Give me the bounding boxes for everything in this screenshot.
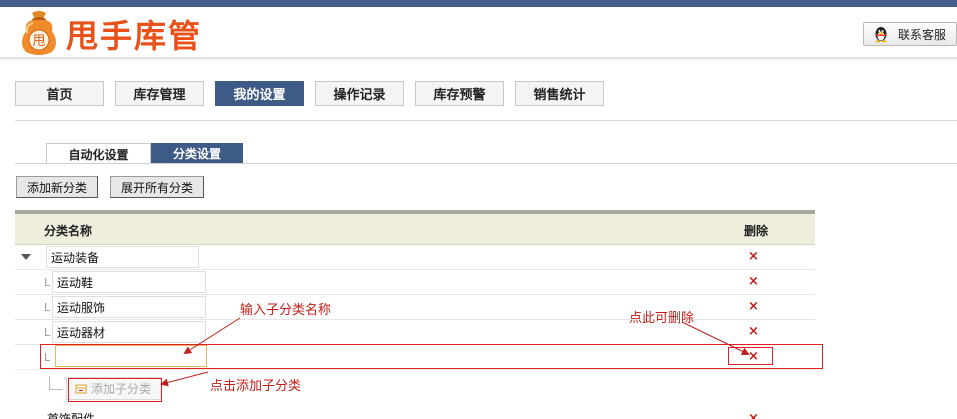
top-bar bbox=[0, 0, 957, 7]
svg-text:甩: 甩 bbox=[32, 34, 45, 49]
nav-my-settings[interactable]: 我的设置 bbox=[215, 81, 304, 106]
table-row: 运动装备 × bbox=[15, 245, 815, 270]
delete-icon[interactable]: × bbox=[748, 249, 759, 265]
annotation-add-hint: 点击添加子分类 bbox=[210, 379, 302, 394]
delete-icon[interactable]: × bbox=[748, 299, 759, 315]
nav-inventory[interactable]: 库存管理 bbox=[115, 81, 204, 106]
money-bag-logo-icon: 甩 bbox=[22, 11, 56, 55]
brand-name: 甩手库管 bbox=[66, 17, 203, 55]
nav-operation-log[interactable]: 操作记录 bbox=[315, 81, 404, 106]
nav-home[interactable]: 首页 bbox=[15, 81, 104, 106]
tree-branch-icon: L bbox=[44, 301, 51, 314]
highlight-new-row bbox=[40, 344, 823, 369]
tree-branch-icon: L bbox=[44, 276, 51, 289]
table-row: L 运动服饰 × bbox=[15, 295, 815, 320]
expand-all-button[interactable]: 展开所有分类 bbox=[110, 176, 204, 198]
category-name-partial[interactable]: 首饰配件 bbox=[47, 410, 95, 419]
qq-penguin-icon bbox=[875, 27, 887, 43]
add-category-button[interactable]: 添加新分类 bbox=[16, 176, 98, 198]
table-row: L 运动鞋 × bbox=[15, 270, 815, 295]
delete-icon[interactable]: × bbox=[748, 324, 759, 340]
subcategory-name-input[interactable]: 运动鞋 bbox=[52, 271, 206, 293]
annotation-input-hint: 输入子分类名称 bbox=[240, 303, 332, 318]
tab-automation-settings[interactable]: 自动化设置 bbox=[46, 143, 151, 164]
nav-stock-alert[interactable]: 库存预警 bbox=[415, 81, 504, 106]
collapse-toggle-icon[interactable] bbox=[21, 254, 31, 260]
category-name-input[interactable]: 运动装备 bbox=[46, 246, 199, 268]
highlight-delete bbox=[728, 347, 773, 365]
column-header-delete: 删除 bbox=[744, 224, 769, 238]
subcategory-name-input[interactable]: 运动服饰 bbox=[52, 296, 206, 318]
annotation-delete-hint: 点此可删除 bbox=[629, 311, 695, 326]
table-header: 分类名称 删除 bbox=[15, 214, 815, 245]
nav-divider bbox=[15, 120, 957, 121]
subtab-divider bbox=[15, 163, 957, 164]
tree-branch-icon: L bbox=[44, 326, 51, 339]
table-row: L 运动器材 × bbox=[15, 320, 815, 345]
delete-icon[interactable]: × bbox=[748, 411, 759, 419]
subcategory-name-input[interactable]: 运动器材 bbox=[52, 321, 206, 343]
contact-support-button[interactable]: 联系客服 bbox=[863, 22, 957, 46]
contact-support-label: 联系客服 bbox=[898, 27, 947, 42]
delete-icon[interactable]: × bbox=[748, 274, 759, 290]
column-header-name: 分类名称 bbox=[44, 224, 93, 238]
nav-sales-stats[interactable]: 销售统计 bbox=[515, 81, 604, 106]
tree-connector bbox=[49, 376, 63, 390]
highlight-add-button bbox=[68, 378, 162, 402]
tab-category-settings[interactable]: 分类设置 bbox=[151, 143, 243, 164]
header-divider bbox=[0, 57, 957, 60]
